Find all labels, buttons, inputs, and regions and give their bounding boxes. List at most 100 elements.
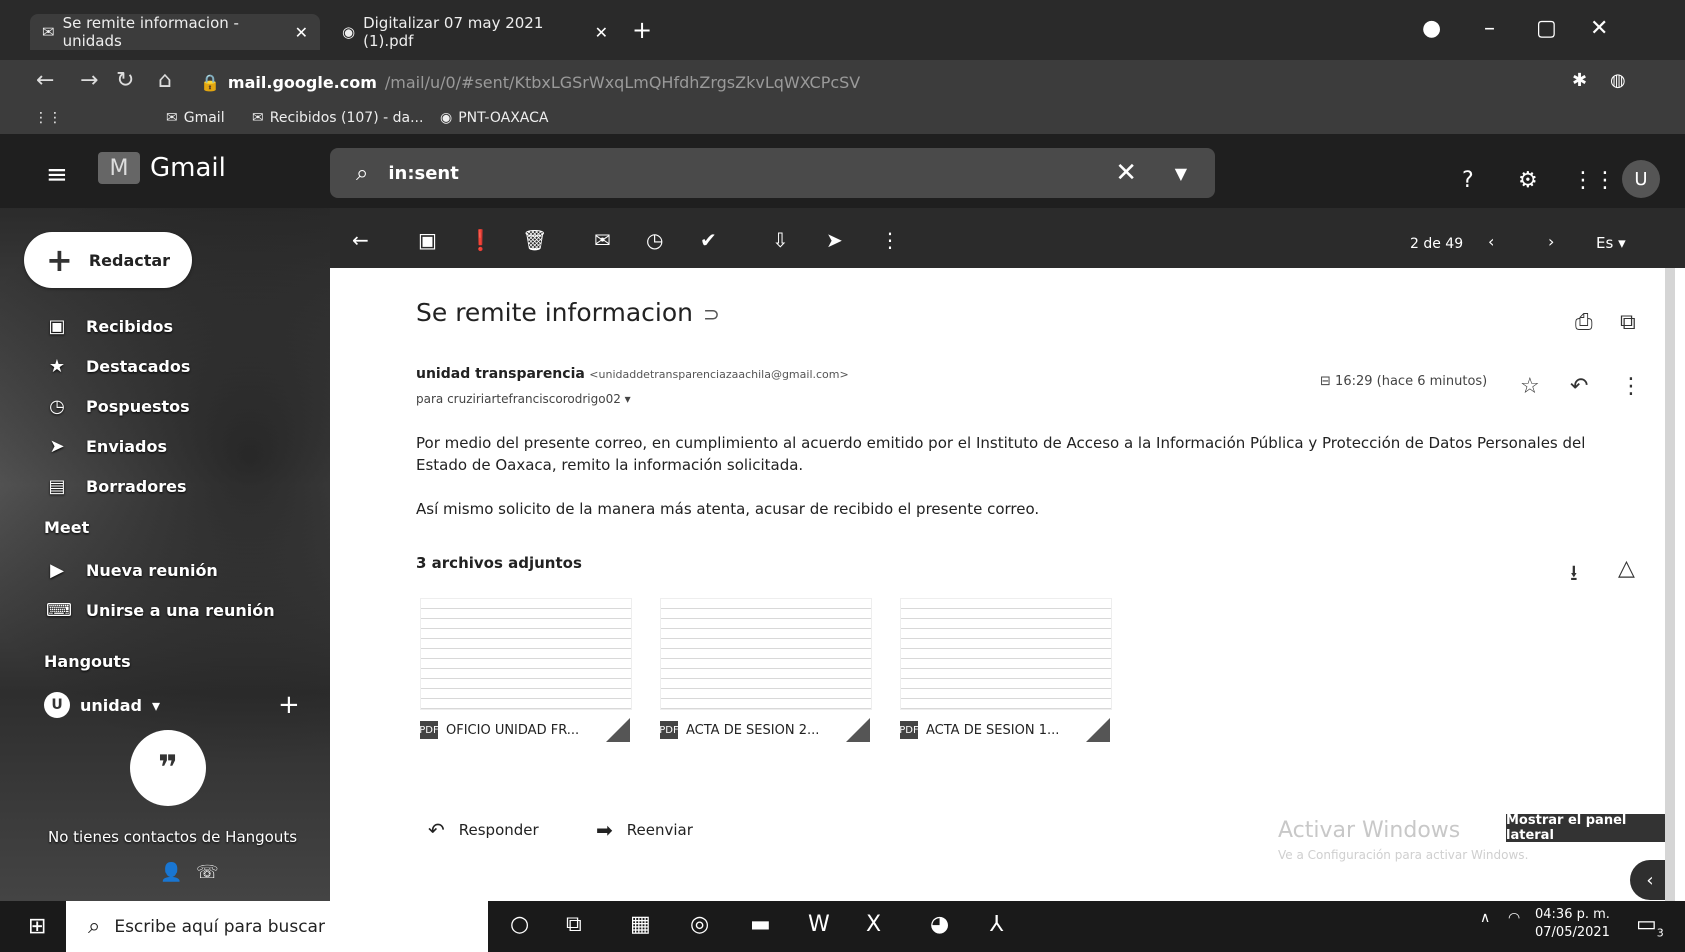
next-icon[interactable]: › [1548,232,1554,251]
back-icon[interactable]: ← [36,68,54,93]
meet-new-meeting[interactable]: ▶ Nueva reunión [46,560,218,581]
taskbar-clock[interactable]: 04:36 p. m. 07/05/2021 [1535,906,1610,942]
scrollbar[interactable] [1665,268,1675,901]
gmail-favicon-icon: ✉ [252,110,264,126]
windows-start-icon[interactable]: ⊞ [28,914,46,939]
tray-chevron-up-icon[interactable]: ∧ [1480,910,1490,926]
taskbar-search[interactable]: ⌕ Escribe aquí para buscar [66,901,488,952]
home-icon[interactable]: ⌂ [158,68,172,93]
archive-icon[interactable]: ▣ [418,228,437,252]
attachment-card[interactable]: PDF ACTA DE SESION 2... [659,598,872,748]
meet-item-label: Unirse a una reunión [86,601,275,620]
gmail-logo[interactable]: M Gmail [98,152,226,184]
main-menu-icon[interactable]: ≡ [46,160,68,190]
word-icon[interactable]: W [808,912,830,937]
clear-search-icon[interactable]: ✕ [1115,158,1137,188]
close-tab-icon[interactable]: ✕ [295,23,308,42]
extension-icon[interactable]: ✱ [1572,70,1587,91]
attachment-card[interactable]: PDF ACTA DE SESION 1... [899,598,1112,748]
search-options-icon[interactable]: ▼ [1175,164,1187,183]
recipient-line[interactable]: para cruziriartefranciscorodrigo02 ▾ [416,392,631,406]
sidebar-item-borradores[interactable]: ▤ Borradores [46,476,186,497]
tab-gmail[interactable]: ✉ Se remite informacion - unidads ✕ [30,14,320,50]
cortana-icon[interactable]: ○ [510,912,529,937]
maximize-icon[interactable]: ▢ [1536,16,1557,41]
acrobat-icon[interactable]: ⅄ [990,912,1003,937]
compose-button[interactable]: + Redactar [24,232,192,288]
close-tab-icon[interactable]: ✕ [595,23,608,42]
bookmark-pnt[interactable]: ◉ PNT-OAXACA [440,110,548,126]
bookmark-gmail[interactable]: ✉ Gmail [166,110,225,126]
profile-avatar-icon[interactable]: ◍ [1610,70,1626,91]
back-to-list-icon[interactable]: ← [352,228,369,252]
important-marker-icon[interactable]: ⊃ [703,302,720,326]
attachment-card[interactable]: PDF OFICIO UNIDAD FR... [419,598,632,748]
notifications-icon[interactable]: ▭3 [1636,912,1664,939]
clock-icon: ◷ [49,396,65,417]
task-view-icon[interactable]: ⧉ [566,912,582,937]
label-icon[interactable]: ➤ [826,228,843,252]
time-text: 16:29 (hace 6 minutos) [1335,374,1488,389]
download-all-icon[interactable]: ⭳ [1570,556,1578,594]
open-new-window-icon[interactable]: ⧉ [1620,310,1636,335]
more-options-icon[interactable]: ⋮ [880,228,900,252]
pdf-icon: PDF [419,721,439,739]
network-icon[interactable]: ◠ [1508,910,1520,926]
apps-icon[interactable]: ⋮⋮ [34,110,62,126]
search-bar[interactable]: ⌕ in:sent ✕ ▼ [330,148,1215,198]
logo-text: Gmail [150,153,226,183]
star-icon[interactable]: ☆ [1520,374,1540,399]
chrome-icon[interactable]: ◎ [690,912,709,937]
profile-icon[interactable]: ● [1422,16,1441,41]
forward-button[interactable]: ➡ Reenviar [596,818,693,842]
move-to-icon[interactable]: ⇩ [772,228,789,252]
save-to-drive-icon[interactable]: △ [1618,556,1635,581]
sidebar-item-destacados[interactable]: ★ Destacados [46,356,190,377]
hangouts-empty-text: No tienes contactos de Hangouts [48,828,298,846]
search-icon: ⌕ [88,914,101,939]
bookmark-recibidos[interactable]: ✉ Recibidos (107) - da... [252,110,423,126]
snooze-icon[interactable]: ◷ [646,228,663,252]
tab-pdf[interactable]: ◉ Digitalizar 07 may 2021 (1).pdf ✕ [330,14,620,50]
search-icon[interactable]: ⌕ [356,161,368,186]
address-bar[interactable]: 🔒 mail.google.com/mail/u/0/#sent/KtbxLGS… [200,66,1530,98]
mark-unread-icon[interactable]: ✉ [594,228,611,252]
sidebar-item-enviados[interactable]: ➤ Enviados [46,436,167,457]
calculator-icon[interactable]: ▦ [630,912,651,937]
previous-icon[interactable]: ‹ [1488,232,1494,251]
sidebar-item-recibidos[interactable]: ▣ Recibidos [46,316,173,337]
minimize-icon[interactable]: – [1484,16,1495,41]
attachments-heading: 3 archivos adjuntos [416,554,582,572]
excel-icon[interactable]: X [866,912,881,937]
forward-icon[interactable]: → [80,68,98,93]
help-icon[interactable]: ? [1462,168,1474,193]
more-icon[interactable]: ⋮ [1620,374,1642,399]
add-task-icon[interactable]: ✔ [700,228,717,252]
settings-gear-icon[interactable]: ⚙ [1518,168,1538,193]
print-icon[interactable]: ⎙ [1575,310,1593,335]
file-explorer-icon[interactable]: ▬ [750,912,771,937]
delete-icon[interactable]: 🗑 [522,228,547,252]
new-tab-button[interactable]: + [632,16,652,44]
search-input[interactable]: in:sent [388,163,459,184]
account-avatar[interactable]: U [1622,160,1660,198]
person-icon[interactable]: 👤 [160,862,182,883]
bookmark-label: Gmail [183,110,225,126]
report-spam-icon[interactable]: ❗ [468,228,493,252]
hangouts-call-icon[interactable]: ☏ [196,862,219,883]
close-window-icon[interactable]: ✕ [1590,16,1608,41]
message-pane [330,268,1665,901]
add-contact-icon[interactable]: + [278,690,300,720]
language-select[interactable]: Es ▾ [1596,234,1626,252]
clock-time: 04:36 p. m. [1535,907,1610,922]
side-panel-toggle[interactable]: ‹ [1630,860,1670,900]
reply-icon[interactable]: ↶ [1570,374,1588,399]
meet-join-meeting[interactable]: ⌨ Unirse a una reunión [46,600,275,621]
reply-button[interactable]: ↶ Responder [428,818,539,842]
hangouts-user[interactable]: U unidad ▾ [44,692,160,718]
meet-heading: Meet [44,518,90,537]
globe-icon: ◉ [342,23,356,41]
reload-icon[interactable]: ↻ [116,68,134,93]
sidebar-item-pospuestos[interactable]: ◷ Pospuestos [46,396,189,417]
app-icon[interactable]: ◕ [930,912,949,937]
